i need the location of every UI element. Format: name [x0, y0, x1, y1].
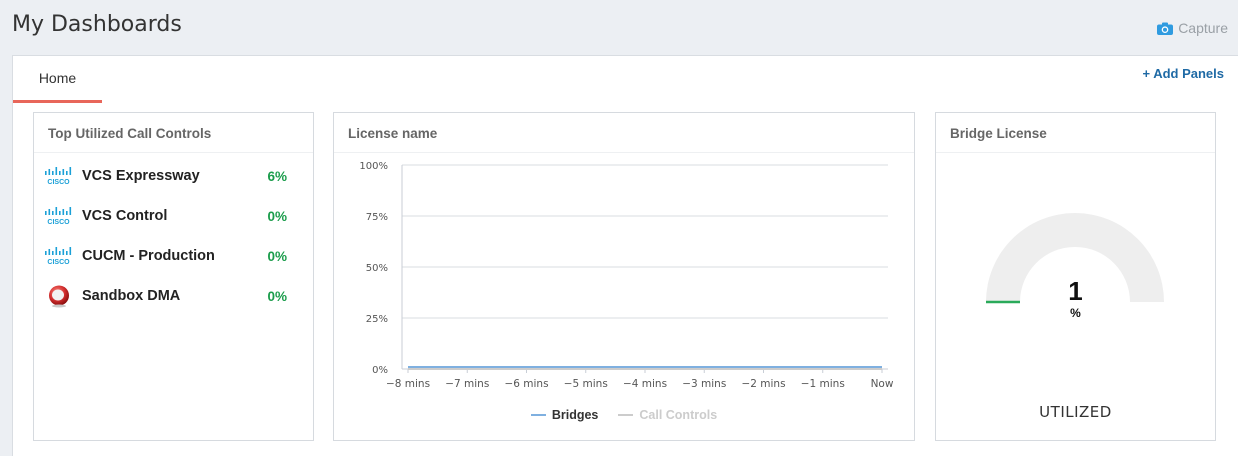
gauge-label: UTILIZED — [1039, 403, 1112, 421]
call-control-percent: 0% — [267, 248, 287, 264]
x-tick-label: −4 mins — [623, 378, 667, 390]
polycom-logo-icon — [42, 285, 76, 308]
panel-title: License name — [334, 113, 914, 153]
cisco-logo-icon: CISCO — [42, 245, 76, 267]
capture-label: Capture — [1178, 20, 1228, 36]
legend-label: Bridges — [551, 408, 599, 422]
x-tick-label: −5 mins — [564, 378, 608, 390]
x-tick-label: −8 mins — [386, 378, 430, 390]
camera-icon — [1157, 22, 1174, 35]
x-tick-label: −7 mins — [445, 378, 489, 390]
page-title: My Dashboards — [12, 12, 182, 37]
panel-title: Top Utilized Call Controls — [34, 113, 313, 153]
dashboard-card: Home + Add Panels Top Utilized Call Cont… — [12, 55, 1238, 456]
call-control-name: CUCM - Production — [82, 248, 215, 264]
call-control-row[interactable]: CISCO VCS Control 0% — [42, 204, 287, 228]
utilization-gauge — [986, 213, 1164, 304]
y-tick-label: 25% — [366, 314, 388, 325]
x-tick-label: −2 mins — [741, 378, 785, 390]
legend-item-call-controls[interactable]: Call Controls — [618, 408, 717, 422]
chart-legend: Bridges Call Controls — [334, 408, 914, 422]
gauge-value: 1 — [1068, 276, 1083, 306]
call-control-percent: 0% — [267, 288, 287, 304]
cisco-logo-icon: CISCO — [42, 165, 76, 187]
call-control-name: Sandbox DMA — [82, 288, 181, 304]
legend-label: Call Controls — [639, 408, 718, 422]
legend-swatch — [530, 414, 546, 416]
x-tick-label: −1 mins — [801, 378, 845, 390]
call-control-row[interactable]: Sandbox DMA 0% — [42, 284, 287, 308]
y-tick-label: 0% — [372, 365, 388, 376]
y-tick-label: 100% — [359, 161, 388, 172]
top-call-controls-panel: Top Utilized Call Controls CISCO VCS Exp… — [33, 112, 314, 441]
legend-swatch — [618, 414, 634, 416]
call-control-name: VCS Control — [82, 208, 168, 224]
x-tick-label: −6 mins — [504, 378, 548, 390]
tab-home[interactable]: Home — [13, 56, 102, 103]
bridge-license-panel: Bridge License 1 % UTILIZED — [935, 112, 1216, 441]
call-control-row[interactable]: CISCO VCS Expressway 6% — [42, 164, 287, 188]
add-panels-button[interactable]: + Add Panels — [1142, 66, 1224, 81]
call-control-row[interactable]: CISCO CUCM - Production 0% — [42, 244, 287, 268]
x-tick-label: Now — [871, 378, 894, 390]
svg-text:CISCO: CISCO — [47, 259, 70, 266]
gauge-unit: % — [1070, 306, 1081, 320]
license-line-chart: 0% 25% 50% 75% 100% −8 mins −7 mins −6 mins −5 m… — [359, 161, 894, 390]
call-control-percent: 6% — [267, 168, 287, 184]
panel-title: Bridge License — [936, 113, 1215, 153]
y-tick-label: 75% — [366, 212, 388, 223]
y-tick-label: 50% — [366, 263, 388, 274]
svg-text:CISCO: CISCO — [47, 179, 70, 186]
license-chart-panel: License name 0% 25% 50% 75% 100% −8 mins −7 mi… — [333, 112, 915, 441]
call-control-name: VCS Expressway — [82, 168, 200, 184]
legend-item-bridges[interactable]: Bridges — [530, 408, 599, 422]
call-control-percent: 0% — [267, 208, 287, 224]
x-tick-label: −3 mins — [682, 378, 726, 390]
capture-button[interactable]: Capture — [1157, 20, 1228, 36]
cisco-logo-icon: CISCO — [42, 205, 76, 227]
svg-text:CISCO: CISCO — [47, 219, 70, 226]
